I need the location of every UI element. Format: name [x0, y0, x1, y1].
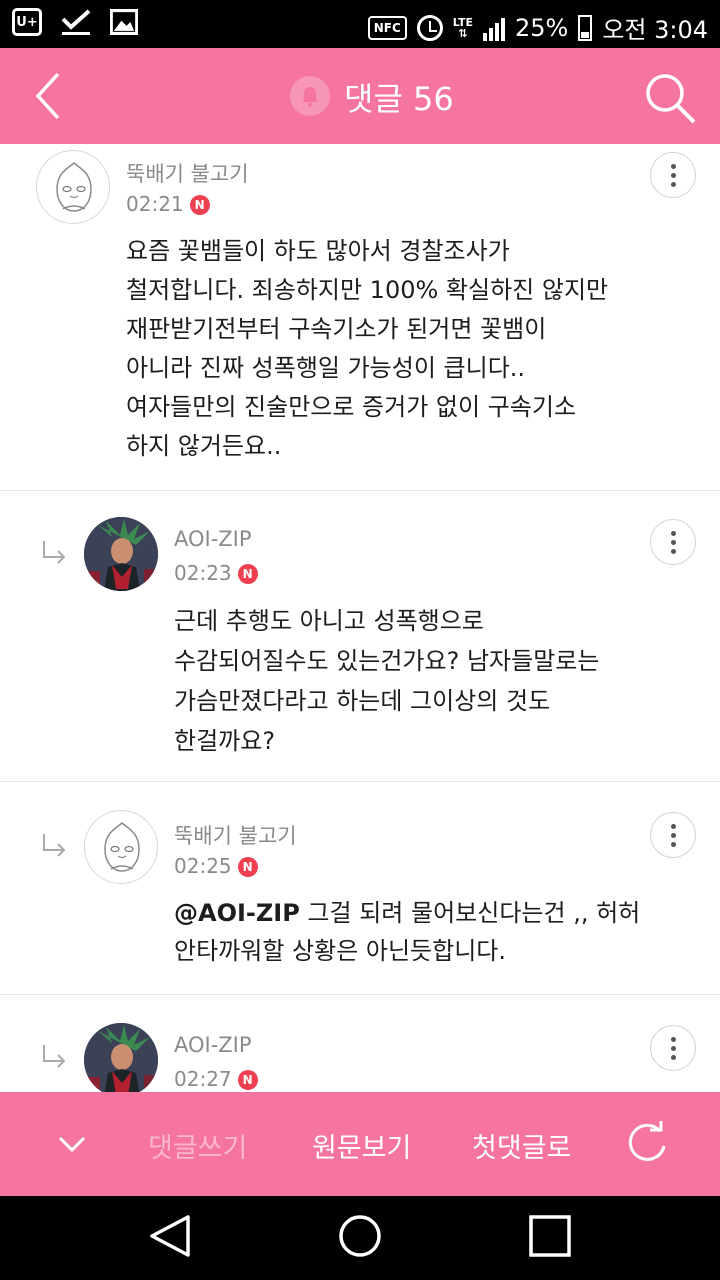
comment-author[interactable]: 뚝배기 불고기: [126, 158, 249, 188]
signal-icon: [482, 15, 505, 41]
bottom-action-bar: 댓글쓰기 원문보기 첫댓글로: [0, 1092, 720, 1196]
comment-item: 뚝배기 불고기 02:25 N @AOI-ZIP 그걸 되려 물어보신다는건 ,,…: [0, 782, 720, 995]
comment-author[interactable]: 뚝배기 불고기: [174, 820, 297, 850]
view-original-button[interactable]: 원문보기: [312, 1126, 411, 1165]
comment-author[interactable]: AOI-ZIP: [174, 1033, 252, 1057]
new-badge: N: [237, 1070, 258, 1090]
carrier-label: U+: [16, 14, 38, 30]
character-avatar-icon: [84, 1023, 158, 1092]
avatar[interactable]: [84, 517, 158, 591]
recents-nav-icon[interactable]: [528, 1214, 572, 1258]
header: 댓글 56: [0, 48, 720, 144]
comment-body: 근데 추행도 아니고 성폭행으로 수감되어질수도 있는건가요? 남자들말로는 가…: [174, 607, 600, 755]
clock: 오전 3:04: [602, 16, 708, 44]
comment-time: 02:23 N: [174, 561, 258, 585]
comment-list[interactable]: 뚝배기 불고기 02:21 N 요즘 꽃뱀들이 하도 많아서 경찰조사가 철저합니…: [0, 144, 720, 1092]
image-icon: [110, 9, 138, 35]
comment-item: 뚝배기 불고기 02:21 N 요즘 꽃뱀들이 하도 많아서 경찰조사가 철저합니…: [0, 144, 720, 491]
comment-author[interactable]: AOI-ZIP: [174, 527, 252, 551]
avatar[interactable]: [84, 810, 158, 884]
write-comment-button[interactable]: 댓글쓰기: [148, 1126, 247, 1165]
lte-icon: LTE ⇅: [453, 17, 473, 39]
reply-arrow-icon: [43, 834, 66, 857]
alarm-icon: [416, 14, 443, 41]
new-badge: N: [189, 195, 210, 215]
search-icon[interactable]: [642, 70, 698, 126]
avatar[interactable]: [84, 1023, 158, 1092]
peach-character-icon: [56, 162, 92, 212]
refresh-icon[interactable]: [624, 1120, 670, 1166]
first-comment-button[interactable]: 첫댓글로: [472, 1126, 571, 1165]
character-avatar-icon: [84, 517, 158, 591]
page-title: 댓글 56: [344, 80, 454, 118]
peach-character-icon: [104, 822, 140, 872]
comment-time: 02:25 N: [174, 854, 258, 878]
home-nav-icon[interactable]: [338, 1214, 382, 1258]
comment-time-label: 02:27: [174, 1067, 232, 1091]
more-options-button[interactable]: [650, 812, 696, 858]
carrier-icon: U+: [12, 8, 42, 36]
comment-time-label: 02:23: [174, 561, 232, 585]
data-arrows: ⇅: [458, 26, 468, 40]
system-status: NFC LTE ⇅ 25% 오전 3:04: [367, 10, 708, 45]
system-navigation-bar: [0, 1196, 720, 1280]
avatar[interactable]: [36, 150, 110, 224]
notification-bell-button[interactable]: [290, 76, 330, 116]
more-options-button[interactable]: [650, 519, 696, 565]
notification-icons: U+: [12, 8, 138, 36]
battery-icon: [578, 14, 593, 41]
chevron-down-icon[interactable]: [56, 1130, 88, 1158]
comment-item: AOI-ZIP 02:27 N: [0, 995, 720, 1092]
comment-body: 요즘 꽃뱀들이 하도 많아서 경찰조사가 철저합니다. 죄송하지만 100% 확…: [126, 237, 609, 460]
comment-item: AOI-ZIP 02:23 N 근데 추행도 아니고 성폭행으로 수감되어질수도 …: [0, 491, 720, 782]
comment-time: 02:21 N: [126, 192, 210, 216]
new-badge: N: [237, 564, 258, 584]
nfc-icon: NFC: [367, 15, 407, 40]
comment-body: @AOI-ZIP 그걸 되려 물어보신다는건 ,, 허허 안타까워할 상황은 아…: [174, 894, 640, 970]
comment-time-label: 02:21: [126, 192, 184, 216]
reply-arrow-icon: [43, 541, 66, 564]
back-nav-icon[interactable]: [148, 1214, 192, 1258]
download-done-icon: [61, 9, 91, 35]
battery-percent: 25%: [514, 13, 569, 42]
more-options-button[interactable]: [650, 1025, 696, 1071]
comment-time-label: 02:25: [174, 854, 232, 878]
more-options-button[interactable]: [650, 152, 696, 198]
comment-time: 02:27 N: [174, 1067, 258, 1091]
user-mention[interactable]: @AOI-ZIP: [174, 899, 300, 927]
network-label: LTE: [452, 15, 473, 29]
bell-icon: [302, 87, 318, 107]
back-icon[interactable]: [28, 70, 80, 122]
reply-arrow-icon: [43, 1045, 66, 1068]
new-badge: N: [237, 857, 258, 877]
status-bar: U+ NFC LTE ⇅ 25% 오전 3:04: [0, 0, 720, 48]
